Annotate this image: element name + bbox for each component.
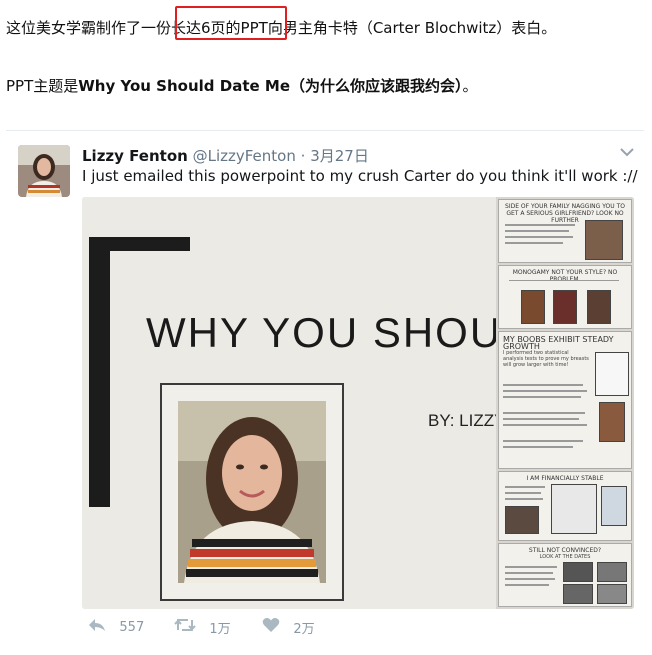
text-line (505, 230, 569, 232)
article-line-2: PPT主题是Why You Should Date Me（为什么你应该跟我约会）… (6, 76, 478, 96)
text-line (503, 396, 581, 398)
text-line (503, 440, 583, 442)
main-slide: WHY YOU SHOULD (82, 197, 496, 609)
article-prefix: PPT主题是 (6, 77, 79, 95)
tweet-text: I just emailed this powerpoint to my cru… (82, 167, 638, 185)
retweet-count: 1万 (209, 621, 231, 637)
user-name[interactable]: Lizzy Fenton (82, 147, 188, 165)
highlight-box (175, 6, 287, 40)
text-line (505, 498, 543, 500)
thumbnail-slide-2[interactable]: MONOGAMY NOT YOUR STYLE? NO PROBLEM. (498, 265, 632, 329)
thumbnail-photo (597, 584, 627, 604)
thumbnail-slide-4[interactable]: I AM FINANCIALLY STABLE (498, 471, 632, 541)
slide-title: WHY YOU SHOULD (146, 309, 496, 356)
thumbnail-chart (595, 352, 629, 396)
avatar[interactable] (18, 145, 70, 197)
thumbnail-slide-1[interactable]: SIDE OF YOUR FAMILY NAGGING YOU TO GET A… (498, 199, 632, 263)
text-line (505, 224, 575, 226)
thumbnail-photo (521, 290, 545, 324)
thumbnail-photo (585, 220, 623, 260)
text-line (503, 424, 587, 426)
slide-decor-bar-vertical (89, 237, 110, 507)
text-line (505, 486, 545, 488)
thumbnail-photo (597, 562, 627, 582)
reply-icon (88, 617, 111, 637)
slide-photo-frame (160, 383, 344, 601)
reply-count: 557 (119, 619, 145, 635)
retweet-button[interactable]: 1万 (174, 617, 231, 637)
tweet-card: Lizzy Fenton @LizzyFenton · 3月27日 I just… (6, 130, 644, 651)
like-button[interactable]: 2万 (262, 617, 315, 638)
thumbnail-photo (599, 402, 625, 442)
reply-button[interactable]: 557 (88, 617, 144, 637)
thumbnail-photo (563, 584, 593, 604)
text-line (503, 412, 585, 414)
slide-byline: BY: LIZZY F (428, 411, 496, 430)
text-line (505, 572, 553, 574)
tweet-media[interactable]: WHY YOU SHOULD (82, 197, 634, 609)
thumbnail-document (601, 486, 627, 526)
thumbnail-photo (587, 290, 611, 324)
like-count: 2万 (293, 622, 315, 637)
article-text-after: 向男主角卡特（Carter Blochwitz）表白。 (267, 19, 557, 37)
ppt-title-text: Why You Should Date Me（为什么你应该跟我约会） (78, 77, 463, 95)
text-line (505, 492, 541, 494)
article-suffix: 。 (462, 77, 478, 95)
thumbnail-document (551, 484, 597, 534)
retweet-icon (174, 617, 201, 637)
thumbnail-subtitle: LOOK AT THE DATES (539, 554, 591, 560)
thumbnail-photo (505, 506, 539, 534)
tweet-date[interactable]: 3月27日 (310, 147, 369, 165)
chevron-down-icon[interactable] (620, 145, 634, 161)
article-text-before: 这位美女学霸制作了一份 (6, 19, 172, 37)
text-line (505, 236, 573, 238)
thumbnail-photo (563, 562, 593, 582)
text-line (503, 384, 583, 386)
text-line (505, 242, 563, 244)
thumbnail-slide-3[interactable]: MY BOOBS EXHIBIT STEADY GROWTH I perform… (498, 331, 632, 469)
text-line (505, 578, 555, 580)
text-line (505, 566, 557, 568)
text-line (503, 418, 579, 420)
text-line (503, 390, 587, 392)
text-line (503, 446, 573, 448)
thumbnail-body: I performed two statistical analysis tes… (503, 350, 589, 368)
tweet-header: Lizzy Fenton @LizzyFenton · 3月27日 (82, 145, 369, 166)
text-line (505, 584, 549, 586)
slide-photo (178, 401, 326, 583)
thumbnail-slide-5[interactable]: STILL NOT CONVINCED? LOOK AT THE DATES (498, 543, 632, 607)
user-handle[interactable]: @LizzyFenton (193, 147, 296, 165)
dot-separator: · (300, 147, 306, 165)
thumbnail-title: I AM FINANCIALLY STABLE (526, 475, 604, 482)
thumbnail-title: STILL NOT CONVINCED? (528, 547, 602, 554)
text-line (509, 280, 619, 281)
slide-thumbnails: SIDE OF YOUR FAMILY NAGGING YOU TO GET A… (496, 197, 634, 609)
thumbnail-title: MY BOOBS EXHIBIT STEADY GROWTH (503, 335, 614, 351)
heart-icon (262, 618, 285, 638)
thumbnail-photo (553, 290, 577, 324)
